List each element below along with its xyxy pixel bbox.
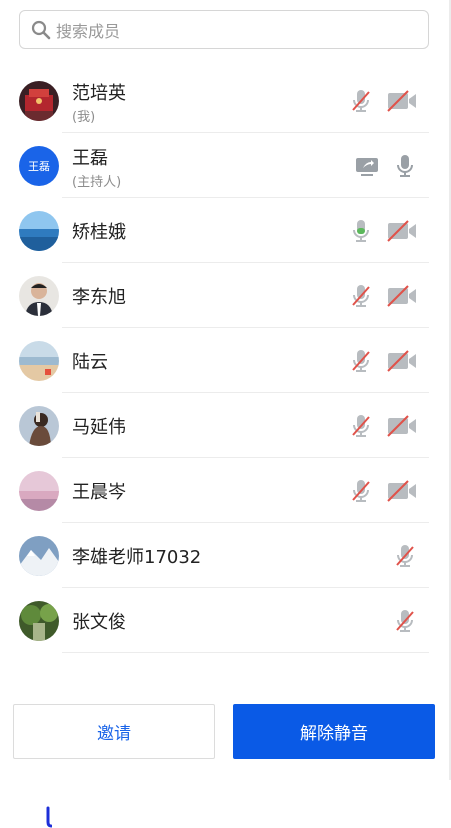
participant-row[interactable]: 张文俊 bbox=[0, 588, 449, 653]
invite-button[interactable]: 邀请 bbox=[13, 704, 215, 759]
mic-active-icon[interactable] bbox=[347, 217, 375, 245]
participant-name: 马延伟 bbox=[72, 417, 126, 438]
participant-name: 陆云 bbox=[72, 352, 108, 373]
participant-row[interactable]: 李东旭 bbox=[0, 263, 449, 328]
screen-share-icon[interactable] bbox=[353, 152, 381, 180]
participant-row[interactable]: 陆云 bbox=[0, 328, 449, 393]
participant-name: 矫桂娥 bbox=[72, 222, 126, 243]
avatar bbox=[19, 601, 59, 641]
participant-name: 王晨岑 bbox=[72, 482, 126, 503]
avatar bbox=[19, 536, 59, 576]
participant-role: (我) bbox=[72, 110, 96, 125]
participant-name: 王磊 bbox=[72, 148, 108, 169]
participant-role: (主持人) bbox=[72, 175, 122, 190]
camera-off-icon[interactable] bbox=[385, 412, 419, 440]
mic-muted-icon[interactable] bbox=[347, 87, 375, 115]
search-icon bbox=[31, 20, 51, 39]
avatar bbox=[19, 276, 59, 316]
participant-row[interactable]: 王磊 王磊 (主持人) bbox=[0, 133, 449, 198]
mic-muted-icon[interactable] bbox=[347, 477, 375, 505]
participant-name: 李雄老师17032 bbox=[72, 547, 202, 568]
camera-off-icon[interactable] bbox=[385, 347, 419, 375]
participant-row[interactable]: 范培英 (我) bbox=[0, 68, 449, 133]
mic-muted-icon[interactable] bbox=[347, 347, 375, 375]
mic-muted-icon[interactable] bbox=[391, 607, 419, 635]
participant-list: 范培英 (我) 王磊 王磊 (主持人) 矫桂娥 李东旭 陆云 马延伟 王晨岑 李… bbox=[0, 68, 449, 653]
search-placeholder: 搜索成员 bbox=[56, 21, 121, 41]
avatar bbox=[19, 406, 59, 446]
camera-off-icon[interactable] bbox=[385, 217, 419, 245]
participant-row[interactable]: 马延伟 bbox=[0, 393, 449, 458]
mic-muted-icon[interactable] bbox=[391, 542, 419, 570]
participant-name: 张文俊 bbox=[72, 612, 126, 633]
avatar bbox=[19, 211, 59, 251]
camera-off-icon[interactable] bbox=[385, 477, 419, 505]
participant-name: 李东旭 bbox=[72, 287, 126, 308]
avatar bbox=[19, 81, 59, 121]
mic-icon[interactable] bbox=[391, 152, 419, 180]
row-divider bbox=[62, 652, 429, 653]
search-input[interactable]: 搜索成员 bbox=[19, 10, 429, 49]
participant-row[interactable]: 李雄老师17032 bbox=[0, 523, 449, 588]
mic-muted-icon[interactable] bbox=[347, 412, 375, 440]
camera-off-icon[interactable] bbox=[385, 282, 419, 310]
participant-name: 范培英 bbox=[72, 83, 126, 104]
mic-muted-icon[interactable] bbox=[347, 282, 375, 310]
cursor-indicator bbox=[46, 806, 52, 828]
participant-row[interactable]: 矫桂娥 bbox=[0, 198, 449, 263]
avatar bbox=[19, 471, 59, 511]
avatar: 王磊 bbox=[19, 146, 59, 186]
unmute-button[interactable]: 解除静音 bbox=[233, 704, 435, 759]
avatar bbox=[19, 341, 59, 381]
camera-off-icon[interactable] bbox=[385, 87, 419, 115]
participant-row[interactable]: 王晨岑 bbox=[0, 458, 449, 523]
